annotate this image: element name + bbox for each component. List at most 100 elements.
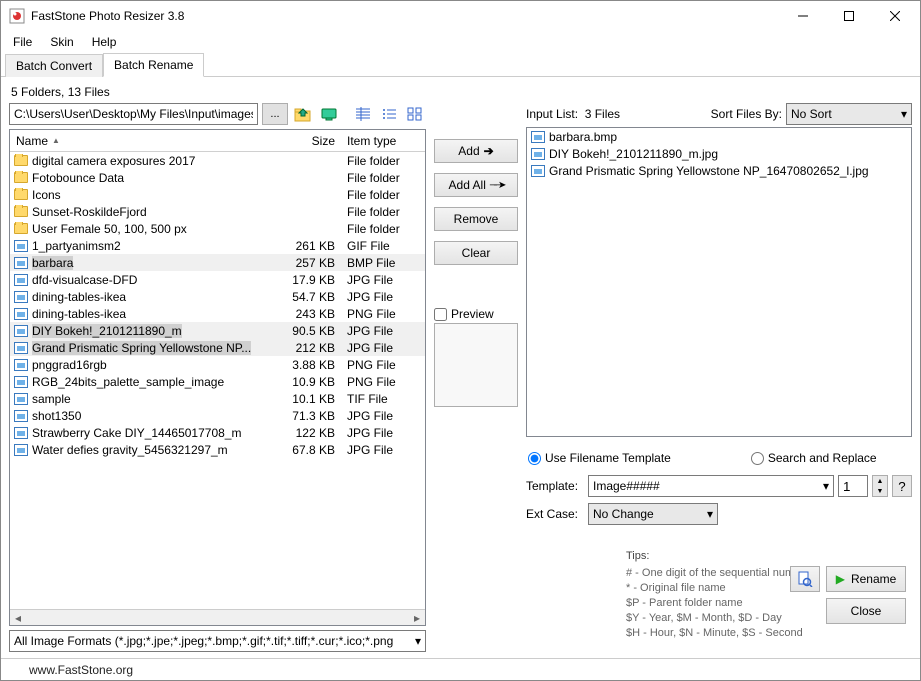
image-icon [531,165,545,177]
folder-icon [14,172,28,183]
chevron-down-icon: ▾ [707,507,713,521]
scroll-left-icon[interactable]: ◂ [10,610,26,625]
file-list: Name▲ Size Item type digital camera expo… [9,129,426,626]
folder-icon [14,189,28,200]
add-button[interactable]: Add➔ [434,139,518,163]
column-size[interactable]: Size [277,134,341,148]
view-thumbs-icon[interactable] [404,103,426,125]
file-row[interactable]: Strawberry Cake DIY_14465017708_m122 KBJ… [10,424,425,441]
menubar: File Skin Help [1,31,920,53]
up-folder-icon[interactable] [292,103,314,125]
file-row[interactable]: 1_partyanimsm2261 KBGIF File [10,237,425,254]
folder-icon [14,206,28,217]
path-input[interactable] [9,103,258,125]
template-input[interactable]: Image#####▾ [588,475,834,497]
double-arrow-right-icon: ──➤ [490,180,504,191]
file-row[interactable]: RGB_24bits_palette_sample_image10.9 KBPN… [10,373,425,390]
file-row[interactable]: Grand Prismatic Spring Yellowstone NP...… [10,339,425,356]
file-row[interactable]: barbara257 KBBMP File [10,254,425,271]
sort-asc-icon: ▲ [52,136,60,145]
input-list-item[interactable]: Grand Prismatic Spring Yellowstone NP_16… [527,162,911,179]
file-row[interactable]: dfd-visualcase-DFD17.9 KBJPG File [10,271,425,288]
play-icon: ▶ [836,572,845,586]
file-row[interactable]: shot135071.3 KBJPG File [10,407,425,424]
image-icon [14,410,28,422]
sort-dropdown[interactable]: No Sort▾ [786,103,912,125]
radio-search-replace[interactable]: Search and Replace [751,451,877,465]
start-number-input[interactable] [838,475,868,497]
path-toolbar: ... [9,103,426,125]
image-icon [14,308,28,320]
app-icon [9,8,25,24]
file-row[interactable]: Fotobounce DataFile folder [10,169,425,186]
image-icon [14,359,28,371]
file-row[interactable]: sample10.1 KBTIF File [10,390,425,407]
image-icon [14,393,28,405]
status-link[interactable]: www.FastStone.org [29,663,133,677]
input-list[interactable]: barbara.bmpDIY Bokeh!_2101211890_m.jpgGr… [526,127,912,437]
window-title: FastStone Photo Resizer 3.8 [31,9,780,23]
file-row[interactable]: IconsFile folder [10,186,425,203]
template-label: Template: [526,479,584,493]
start-number-spinner[interactable]: ▲▼ [872,475,888,497]
horizontal-scrollbar[interactable]: ◂ ▸ [10,609,425,625]
image-icon [14,291,28,303]
titlebar: FastStone Photo Resizer 3.8 [1,1,920,31]
maximize-button[interactable] [826,1,872,31]
menu-help[interactable]: Help [84,33,125,51]
scroll-right-icon[interactable]: ▸ [409,610,425,625]
column-name[interactable]: Name▲ [10,134,277,148]
image-icon [14,342,28,354]
ext-case-dropdown[interactable]: No Change▾ [588,503,718,525]
input-list-item[interactable]: barbara.bmp [527,128,911,145]
format-filter-dropdown[interactable]: All Image Formats (*.jpg;*.jpe;*.jpeg;*.… [9,630,426,652]
statusbar: www.FastStone.org [1,658,920,680]
input-list-label: Input List: 3 Files [526,107,620,121]
file-row[interactable]: dining-tables-ikea243 KBPNG File [10,305,425,322]
input-list-item[interactable]: DIY Bokeh!_2101211890_m.jpg [527,145,911,162]
image-icon [14,376,28,388]
column-type[interactable]: Item type [341,134,425,148]
tabbar: Batch Convert Batch Rename [1,53,920,77]
image-icon [531,131,545,143]
add-all-button[interactable]: Add All──➤ [434,173,518,197]
radio-filename-template[interactable]: Use Filename Template [528,451,671,465]
folder-file-counts: 5 Folders, 13 Files [11,85,912,99]
format-filter-value: All Image Formats (*.jpg;*.jpe;*.jpeg;*.… [14,634,393,648]
image-icon [14,240,28,252]
file-row[interactable]: digital camera exposures 2017File folder [10,152,425,169]
remove-button[interactable]: Remove [434,207,518,231]
image-icon [14,274,28,286]
close-button[interactable] [872,1,918,31]
file-row[interactable]: Sunset-RoskildeFjordFile folder [10,203,425,220]
menu-skin[interactable]: Skin [42,33,81,51]
close-dialog-button[interactable]: Close [826,598,906,624]
file-row[interactable]: pnggrad16rgb3.88 KBPNG File [10,356,425,373]
file-row[interactable]: Water defies gravity_5456321297_m67.8 KB… [10,441,425,458]
desktop-icon[interactable] [318,103,340,125]
clear-button[interactable]: Clear [434,241,518,265]
chevron-down-icon: ▾ [901,107,907,121]
folder-icon [14,223,28,234]
file-row[interactable]: dining-tables-ikea54.7 KBJPG File [10,288,425,305]
file-row[interactable]: DIY Bokeh!_2101211890_m90.5 KBJPG File [10,322,425,339]
preview-rename-button[interactable] [790,566,820,592]
menu-file[interactable]: File [5,33,40,51]
arrow-right-icon: ➔ [484,144,494,158]
image-icon [14,427,28,439]
chevron-down-icon: ▾ [415,634,421,648]
file-row[interactable]: User Female 50, 100, 500 pxFile folder [10,220,425,237]
rename-button[interactable]: ▶Rename [826,566,906,592]
view-list-icon[interactable] [378,103,400,125]
preview-checkbox[interactable]: Preview [434,307,518,321]
tab-batch-convert[interactable]: Batch Convert [5,54,103,77]
template-help-button[interactable]: ? [892,475,912,497]
view-details-icon[interactable] [352,103,374,125]
file-list-header: Name▲ Size Item type [10,130,425,152]
browse-button[interactable]: ... [262,103,288,125]
minimize-button[interactable] [780,1,826,31]
tab-batch-rename[interactable]: Batch Rename [103,53,204,77]
image-icon [531,148,545,160]
folder-icon [14,155,28,166]
sort-label: Sort Files By: [711,107,782,121]
